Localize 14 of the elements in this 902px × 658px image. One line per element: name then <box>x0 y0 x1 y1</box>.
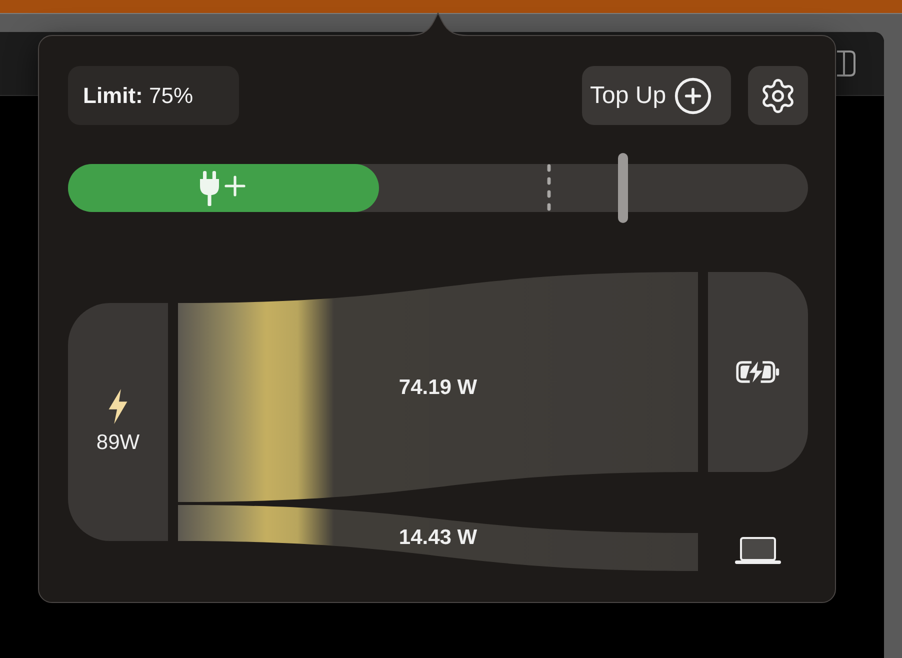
limit-handle[interactable] <box>618 153 628 223</box>
lightning-icon <box>107 388 129 424</box>
charge-track[interactable] <box>68 153 808 223</box>
plug-plus-icon <box>200 170 246 206</box>
laptop-icon <box>735 537 781 565</box>
source-wattage: 89W <box>96 430 140 456</box>
battery-charging-icon <box>735 361 781 383</box>
limit-indicator[interactable]: Limit: 75% <box>68 66 239 125</box>
flow-wattage: 74.19 W <box>398 376 478 400</box>
panel-icon <box>837 50 856 77</box>
plus-circle-icon <box>673 76 714 116</box>
flow-wattage: 14.43 W <box>398 526 478 550</box>
settings-button[interactable] <box>748 66 808 125</box>
top-up-button[interactable]: Top Up <box>582 66 731 125</box>
